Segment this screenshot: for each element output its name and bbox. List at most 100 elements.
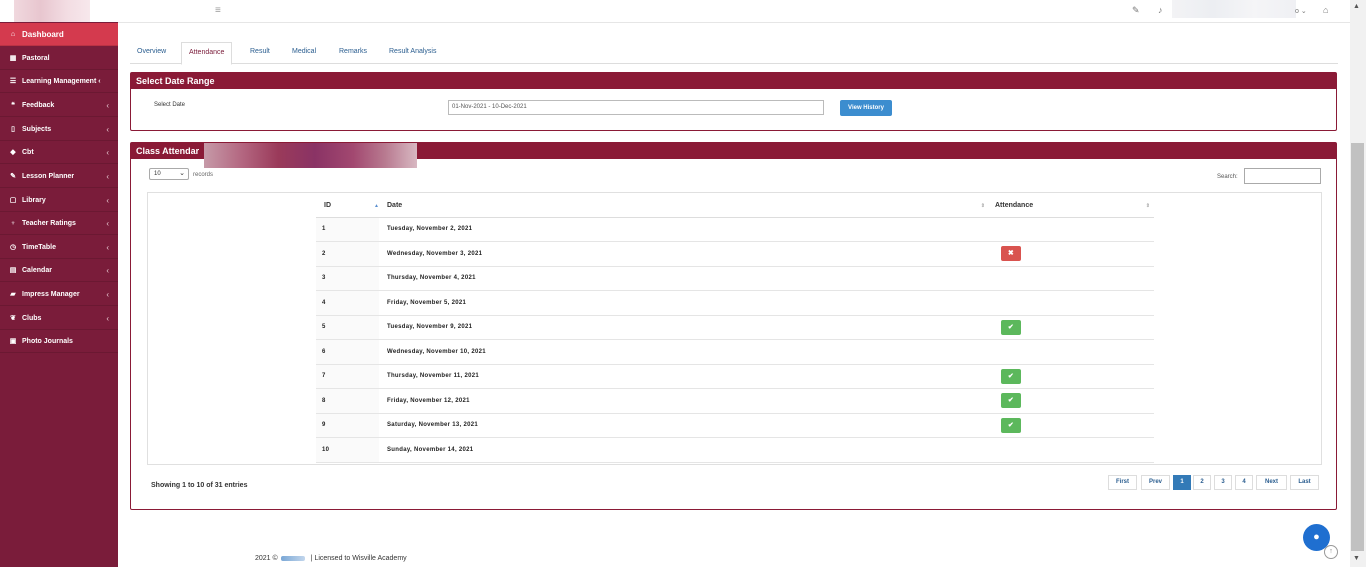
- sort-icon: ⇕: [980, 203, 985, 209]
- absent-x-icon: ✖: [1001, 246, 1021, 262]
- sidebar-item-feedback[interactable]: ❝ Feedback ‹: [0, 94, 118, 117]
- pagination-3[interactable]: 3: [1214, 475, 1232, 490]
- user-avatar[interactable]: [1172, 0, 1296, 18]
- pagination-next[interactable]: Next: [1256, 475, 1287, 490]
- profile-tabs: Overview Attendance Result Medical Remar…: [130, 42, 1338, 65]
- cell-id: 2: [316, 241, 379, 267]
- sidebar-item-teacher-ratings[interactable]: ♆ Teacher Ratings ‹: [0, 212, 118, 235]
- table-row: 10 Sunday, November 14, 2021: [316, 437, 1154, 463]
- present-check-icon: ✔: [1001, 368, 1021, 384]
- column-header-date[interactable]: Date ⇕: [379, 195, 989, 218]
- sidebar-item-label: Cbt: [22, 148, 34, 156]
- scroll-to-top-icon[interactable]: ↑: [1324, 545, 1338, 559]
- edit-square-icon: ▢: [9, 197, 17, 204]
- tab-result[interactable]: Result: [243, 42, 277, 64]
- pagination-4[interactable]: 4: [1235, 475, 1253, 490]
- sidebar-item-impress-manager[interactable]: ▰ Impress Manager ‹: [0, 283, 118, 306]
- pagination-prev[interactable]: Prev: [1141, 475, 1170, 490]
- column-header-attendance[interactable]: Attendance ⇕: [989, 195, 1154, 218]
- tab-remarks[interactable]: Remarks: [332, 42, 374, 64]
- sidebar-item-label: Calendar: [22, 266, 52, 274]
- table-row: 3 Thursday, November 4, 2021: [316, 266, 1154, 291]
- search-label: Search:: [1217, 174, 1238, 180]
- scroll-down-arrow-icon[interactable]: ▼: [1353, 555, 1360, 562]
- home-icon[interactable]: ⌂: [1323, 5, 1328, 15]
- records-length-select[interactable]: 10 ⌄: [149, 168, 189, 180]
- edit-icon[interactable]: ✎: [1132, 5, 1140, 16]
- footer-license: | Licensed to Wisville Academy: [310, 555, 407, 562]
- footer-year: 2021 ©: [255, 555, 278, 562]
- cell-id: 4: [316, 290, 379, 316]
- tab-attendance[interactable]: Attendance: [181, 42, 233, 65]
- chevron-left-icon: ‹: [106, 242, 109, 252]
- user-menu-caret[interactable]: o ⌄: [1295, 7, 1307, 15]
- sidebar-item-label: Photo Journals: [22, 337, 73, 345]
- scrollbar-thumb[interactable]: [1351, 143, 1364, 551]
- sidebar-item-cbt[interactable]: ◆ Cbt ‹: [0, 141, 118, 164]
- truck-icon: ▰: [10, 291, 16, 298]
- footer: 2021 © | Licensed to Wisville Academy: [255, 555, 407, 562]
- sidebar-item-subjects[interactable]: ▯ Subjects ‹: [0, 118, 118, 141]
- cell-attendance: ✔: [989, 388, 1154, 414]
- records-length-value: 10: [154, 171, 161, 177]
- pagination-1[interactable]: 1: [1173, 475, 1191, 490]
- tab-medical[interactable]: Medical: [285, 42, 323, 64]
- view-history-button[interactable]: View History: [840, 100, 892, 116]
- school-logo[interactable]: [14, 0, 90, 22]
- sidebar-item-clubs[interactable]: ❦ Clubs ‹: [0, 307, 118, 330]
- chevron-left-icon: ‹: [106, 289, 109, 299]
- chevron-down-icon: ⌄: [179, 170, 185, 177]
- cell-id: 9: [316, 413, 379, 438]
- pagination-2[interactable]: 2: [1193, 475, 1211, 490]
- cell-attendance: [989, 437, 1154, 463]
- menu-toggle-icon[interactable]: ≡: [215, 5, 221, 16]
- column-id-label: ID: [324, 202, 331, 210]
- sidebar-item-timetable[interactable]: ◷ TimeTable ‹: [0, 236, 118, 259]
- table-header-row: ID ▲ Date ⇕ Attendance ⇕: [316, 195, 1154, 218]
- sidebar-item-photo-journals[interactable]: ▣ Photo Journals: [0, 330, 118, 353]
- footer-logo: [280, 555, 305, 561]
- date-range-input[interactable]: 01-Nov-2021 - 10-Dec-2021: [448, 100, 824, 115]
- cell-id: 10: [316, 437, 379, 463]
- book-icon: ▯: [11, 126, 15, 133]
- cell-date: Tuesday, November 2, 2021: [379, 217, 989, 242]
- table-row: 8 Friday, November 12, 2021 ✔: [316, 388, 1154, 414]
- cell-id: 3: [316, 266, 379, 291]
- sidebar-item-label: Lesson Planner: [22, 172, 75, 180]
- class-attendance-panel: Class Attendar 10 ⌄ records Search: ID ▲…: [130, 142, 1337, 510]
- table-row: 4 Friday, November 5, 2021: [316, 290, 1154, 316]
- sidebar-item-label: Pastoral: [22, 54, 50, 62]
- table-row: 7 Thursday, November 11, 2021 ✔: [316, 364, 1154, 389]
- records-label: records: [193, 172, 214, 178]
- bell-icon[interactable]: ♪: [1158, 5, 1163, 15]
- sidebar-item-dashboard[interactable]: ⌂ Dashboard: [0, 23, 118, 46]
- sidebar-item-calendar[interactable]: ▤ Calendar ‹: [0, 259, 118, 282]
- list-icon: ☰: [9, 78, 17, 85]
- cell-attendance: ✔: [989, 364, 1154, 389]
- cell-date: Thursday, November 4, 2021: [379, 266, 989, 291]
- edit-icon: ✎: [10, 173, 16, 180]
- search-input[interactable]: [1244, 168, 1321, 184]
- scroll-up-arrow-icon[interactable]: ▲: [1353, 3, 1360, 10]
- pagination-first[interactable]: First: [1108, 475, 1137, 490]
- column-header-id[interactable]: ID ▲: [316, 195, 379, 218]
- sidebar-item-learning-management[interactable]: ☰ Learning Management ‹: [0, 70, 118, 93]
- cell-attendance: [989, 339, 1154, 365]
- home-icon: ⌂: [10, 30, 16, 38]
- cell-attendance: [989, 290, 1154, 316]
- sidebar-item-pastoral[interactable]: ▦ Pastoral: [0, 47, 118, 70]
- present-check-icon: ✔: [1001, 319, 1021, 335]
- table-row: 5 Tuesday, November 9, 2021 ✔: [316, 315, 1154, 340]
- table-row: 1 Tuesday, November 2, 2021: [316, 217, 1154, 242]
- chevron-left-icon: ‹: [106, 124, 109, 134]
- cell-date: Wednesday, November 10, 2021: [379, 339, 989, 365]
- select-date-label: Select Date: [154, 102, 186, 108]
- cell-date: Friday, November 5, 2021: [379, 290, 989, 316]
- tab-result-analysis[interactable]: Result Analysis: [382, 42, 443, 64]
- tab-overview[interactable]: Overview: [130, 42, 173, 64]
- pagination-last[interactable]: Last: [1290, 475, 1319, 490]
- date-range-panel: Select Date Range Select Date 01-Nov-202…: [130, 72, 1337, 131]
- sidebar-item-library[interactable]: ▢ Library ‹: [0, 189, 118, 212]
- sidebar-item-lesson-planner[interactable]: ✎ Lesson Planner ‹: [0, 165, 118, 188]
- sidebar-item-label: Impress Manager: [22, 290, 80, 298]
